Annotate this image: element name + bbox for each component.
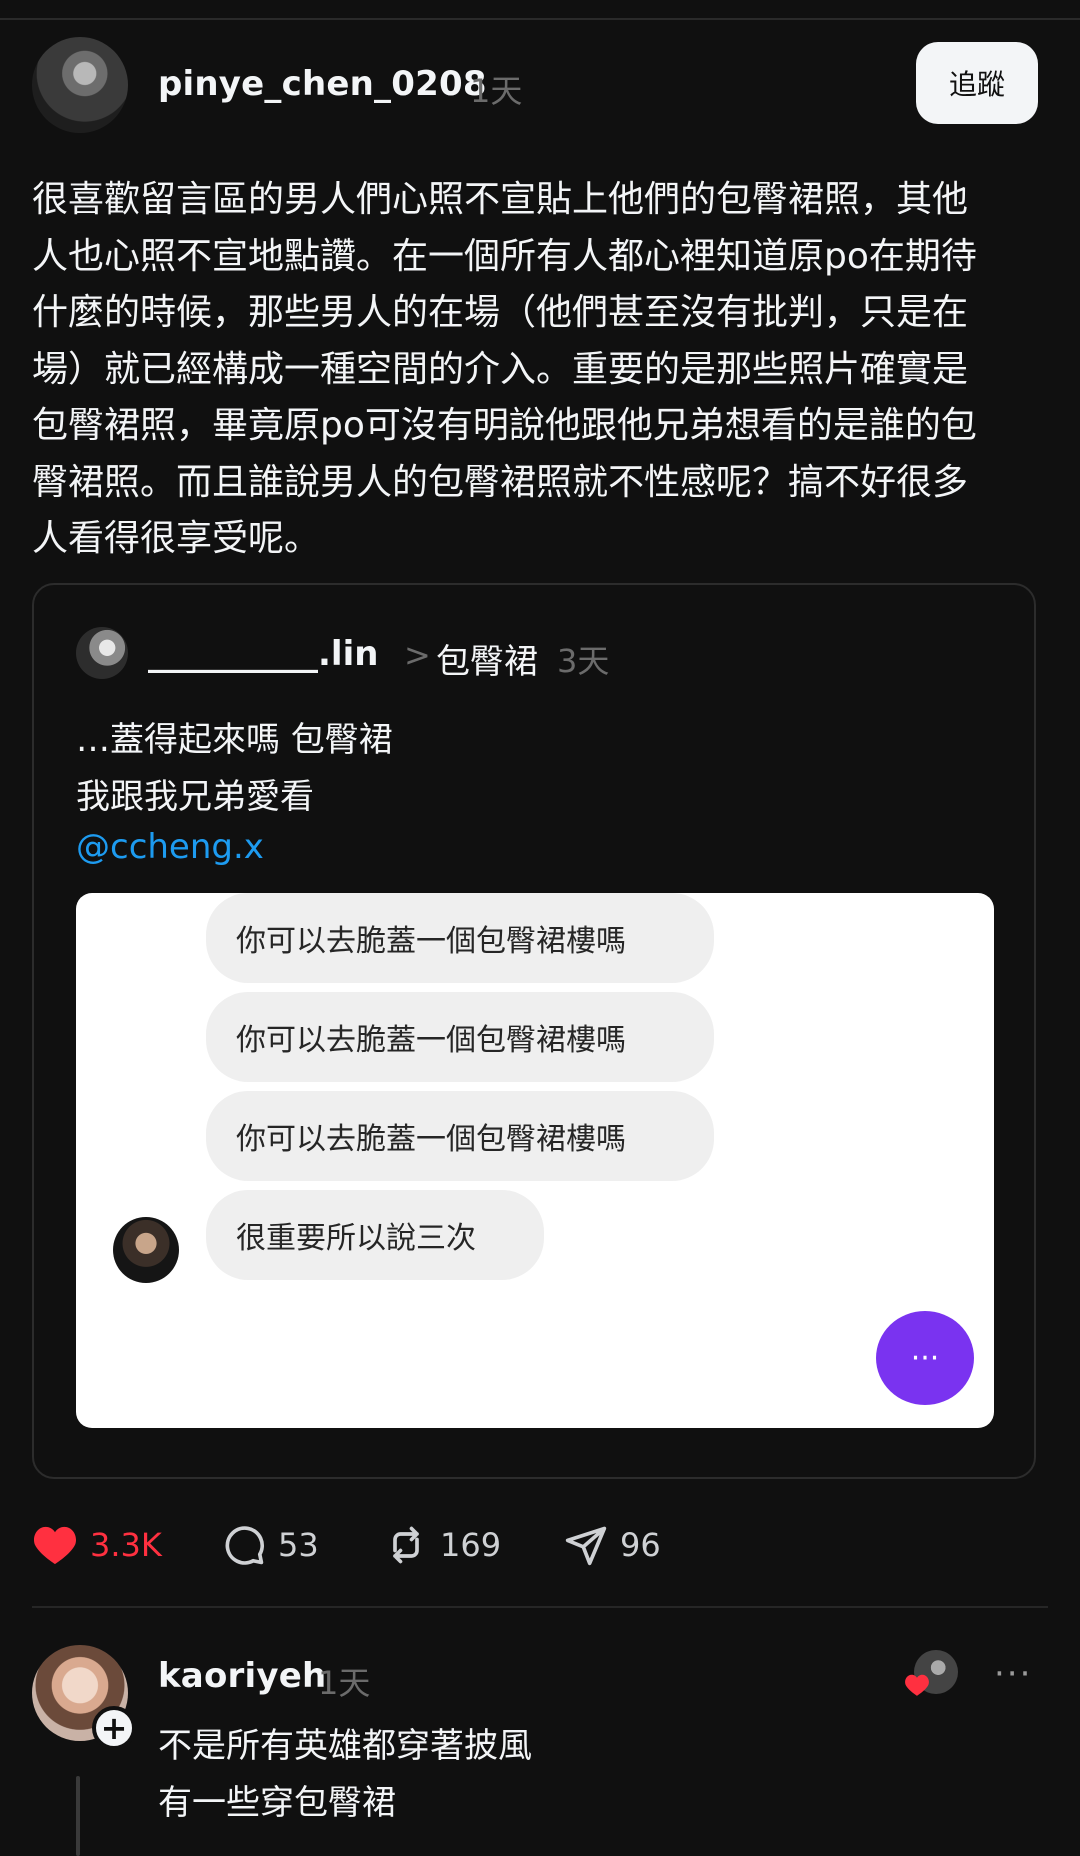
repost-count: 169	[440, 1526, 502, 1564]
chat-sender-avatar	[113, 1217, 179, 1283]
topic-chevron-icon: >	[404, 636, 431, 674]
post-divider	[32, 1606, 1048, 1608]
chat-bubble: 你可以去脆蓋一個包臀裙樓嗎	[206, 992, 714, 1082]
thread-connector-line	[76, 1776, 80, 1856]
quoted-topic-tag[interactable]: 包臀裙	[436, 634, 538, 683]
quoted-mention-link[interactable]: @ccheng.x	[76, 827, 264, 867]
chat-bubble: 你可以去脆蓋一個包臀裙樓嗎	[206, 1091, 714, 1181]
like-button[interactable]: 3.3K	[32, 1520, 162, 1570]
quoted-text-line-1: …蓋得起來嗎 包臀裙	[76, 720, 393, 760]
liked-heart-icon	[905, 1674, 929, 1696]
more-options-icon[interactable]: ···	[994, 1654, 1032, 1694]
share-count: 96	[620, 1526, 661, 1564]
post-action-bar: 3.3K 53 169 96	[0, 1520, 1080, 1570]
chat-screenshot-image[interactable]: 你可以去脆蓋一個包臀裙樓嗎 你可以去脆蓋一個包臀裙樓嗎 你可以去脆蓋一個包臀裙樓…	[76, 893, 994, 1428]
follow-plus-icon[interactable]: +	[92, 1706, 136, 1750]
heart-icon	[33, 1526, 77, 1565]
top-divider	[0, 18, 1080, 20]
comment-button[interactable]: 53	[222, 1520, 319, 1570]
quoted-author-username[interactable]: __________.lin	[148, 634, 378, 674]
repost-button[interactable]: 169	[384, 1520, 501, 1570]
post-body-text: 很喜歡留言區的男人們心照不宣貼上他們的包臀裙照，其他 人也心照不宣地點讚。在一個…	[32, 179, 977, 559]
reply-time: 1天	[318, 1664, 371, 1702]
more-options-fab: ···	[876, 1311, 974, 1405]
chat-bubble: 很重要所以說三次	[206, 1190, 544, 1280]
quoted-author-avatar[interactable]	[76, 627, 128, 679]
reply-text-line-2: 有一些穿包臀裙	[158, 1783, 396, 1823]
reply-author-username[interactable]: kaoriyeh	[158, 1656, 326, 1696]
chat-bubble: 你可以去脆蓋一個包臀裙樓嗎	[206, 893, 714, 983]
send-paper-plane-icon	[565, 1526, 607, 1566]
follow-button[interactable]: 追蹤	[916, 42, 1038, 124]
like-count: 3.3K	[90, 1526, 162, 1564]
comment-count: 53	[278, 1526, 319, 1564]
repost-icon	[393, 1526, 419, 1564]
quoted-text-line-2: 我跟我兄弟愛看	[76, 777, 314, 817]
comment-bubble-icon	[225, 1526, 264, 1565]
quoted-post-time: 3天	[557, 642, 610, 680]
author-username[interactable]: pinye_chen_0208	[158, 64, 487, 104]
reply-text-line-1: 不是所有英雄都穿著披風	[158, 1726, 532, 1766]
post-time: 1天	[470, 72, 523, 110]
share-button[interactable]: 96	[564, 1520, 661, 1570]
author-avatar[interactable]	[32, 37, 128, 133]
